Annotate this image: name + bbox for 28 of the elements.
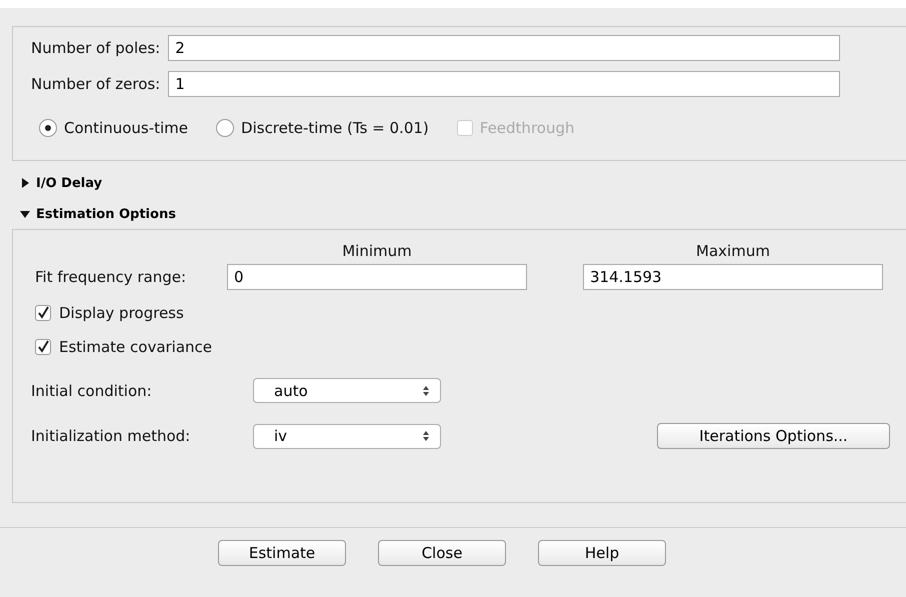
triangle-icon — [20, 209, 30, 219]
dialog-button[interactable]: Help — [538, 540, 666, 566]
updown-icon — [422, 384, 430, 396]
dialog-button[interactable]: Estimate — [218, 540, 346, 566]
dropdown[interactable]: auto — [253, 378, 441, 403]
checkbox-icon — [456, 120, 473, 136]
field-label: Number of poles: — [31, 39, 160, 57]
field-label: Number of zeros: — [31, 75, 160, 93]
column-header: Maximum — [695, 242, 771, 260]
input-field[interactable]: 1 — [168, 71, 840, 97]
updown-icon — [422, 430, 430, 442]
input-field[interactable]: 314.1593 — [583, 264, 883, 290]
iterations-options-button[interactable]: Iterations Options... — [657, 423, 890, 449]
triangle-icon — [20, 178, 30, 188]
input-field[interactable]: 2 — [168, 35, 840, 61]
dialog-button[interactable]: Close — [378, 540, 506, 566]
checkbox-option[interactable]: Display progress — [35, 304, 906, 322]
input-field[interactable]: 0 — [227, 264, 527, 290]
radio-option[interactable]: Discrete-time (Ts = 0.01) — [216, 119, 429, 137]
dropdown[interactable]: iv — [253, 424, 441, 448]
field-label: Initial condition: — [31, 382, 153, 400]
field-label: Fit frequency range: — [35, 268, 188, 286]
field-label: Initialization method: — [31, 427, 192, 445]
radio-option[interactable]: Continuous-time — [39, 119, 188, 137]
checkbox-option[interactable]: Estimate covariance — [35, 338, 906, 356]
section-toggle[interactable]: Estimation Options — [20, 205, 176, 223]
column-header: Minimum — [341, 242, 413, 260]
section-toggle[interactable]: I/O Delay — [20, 174, 102, 192]
